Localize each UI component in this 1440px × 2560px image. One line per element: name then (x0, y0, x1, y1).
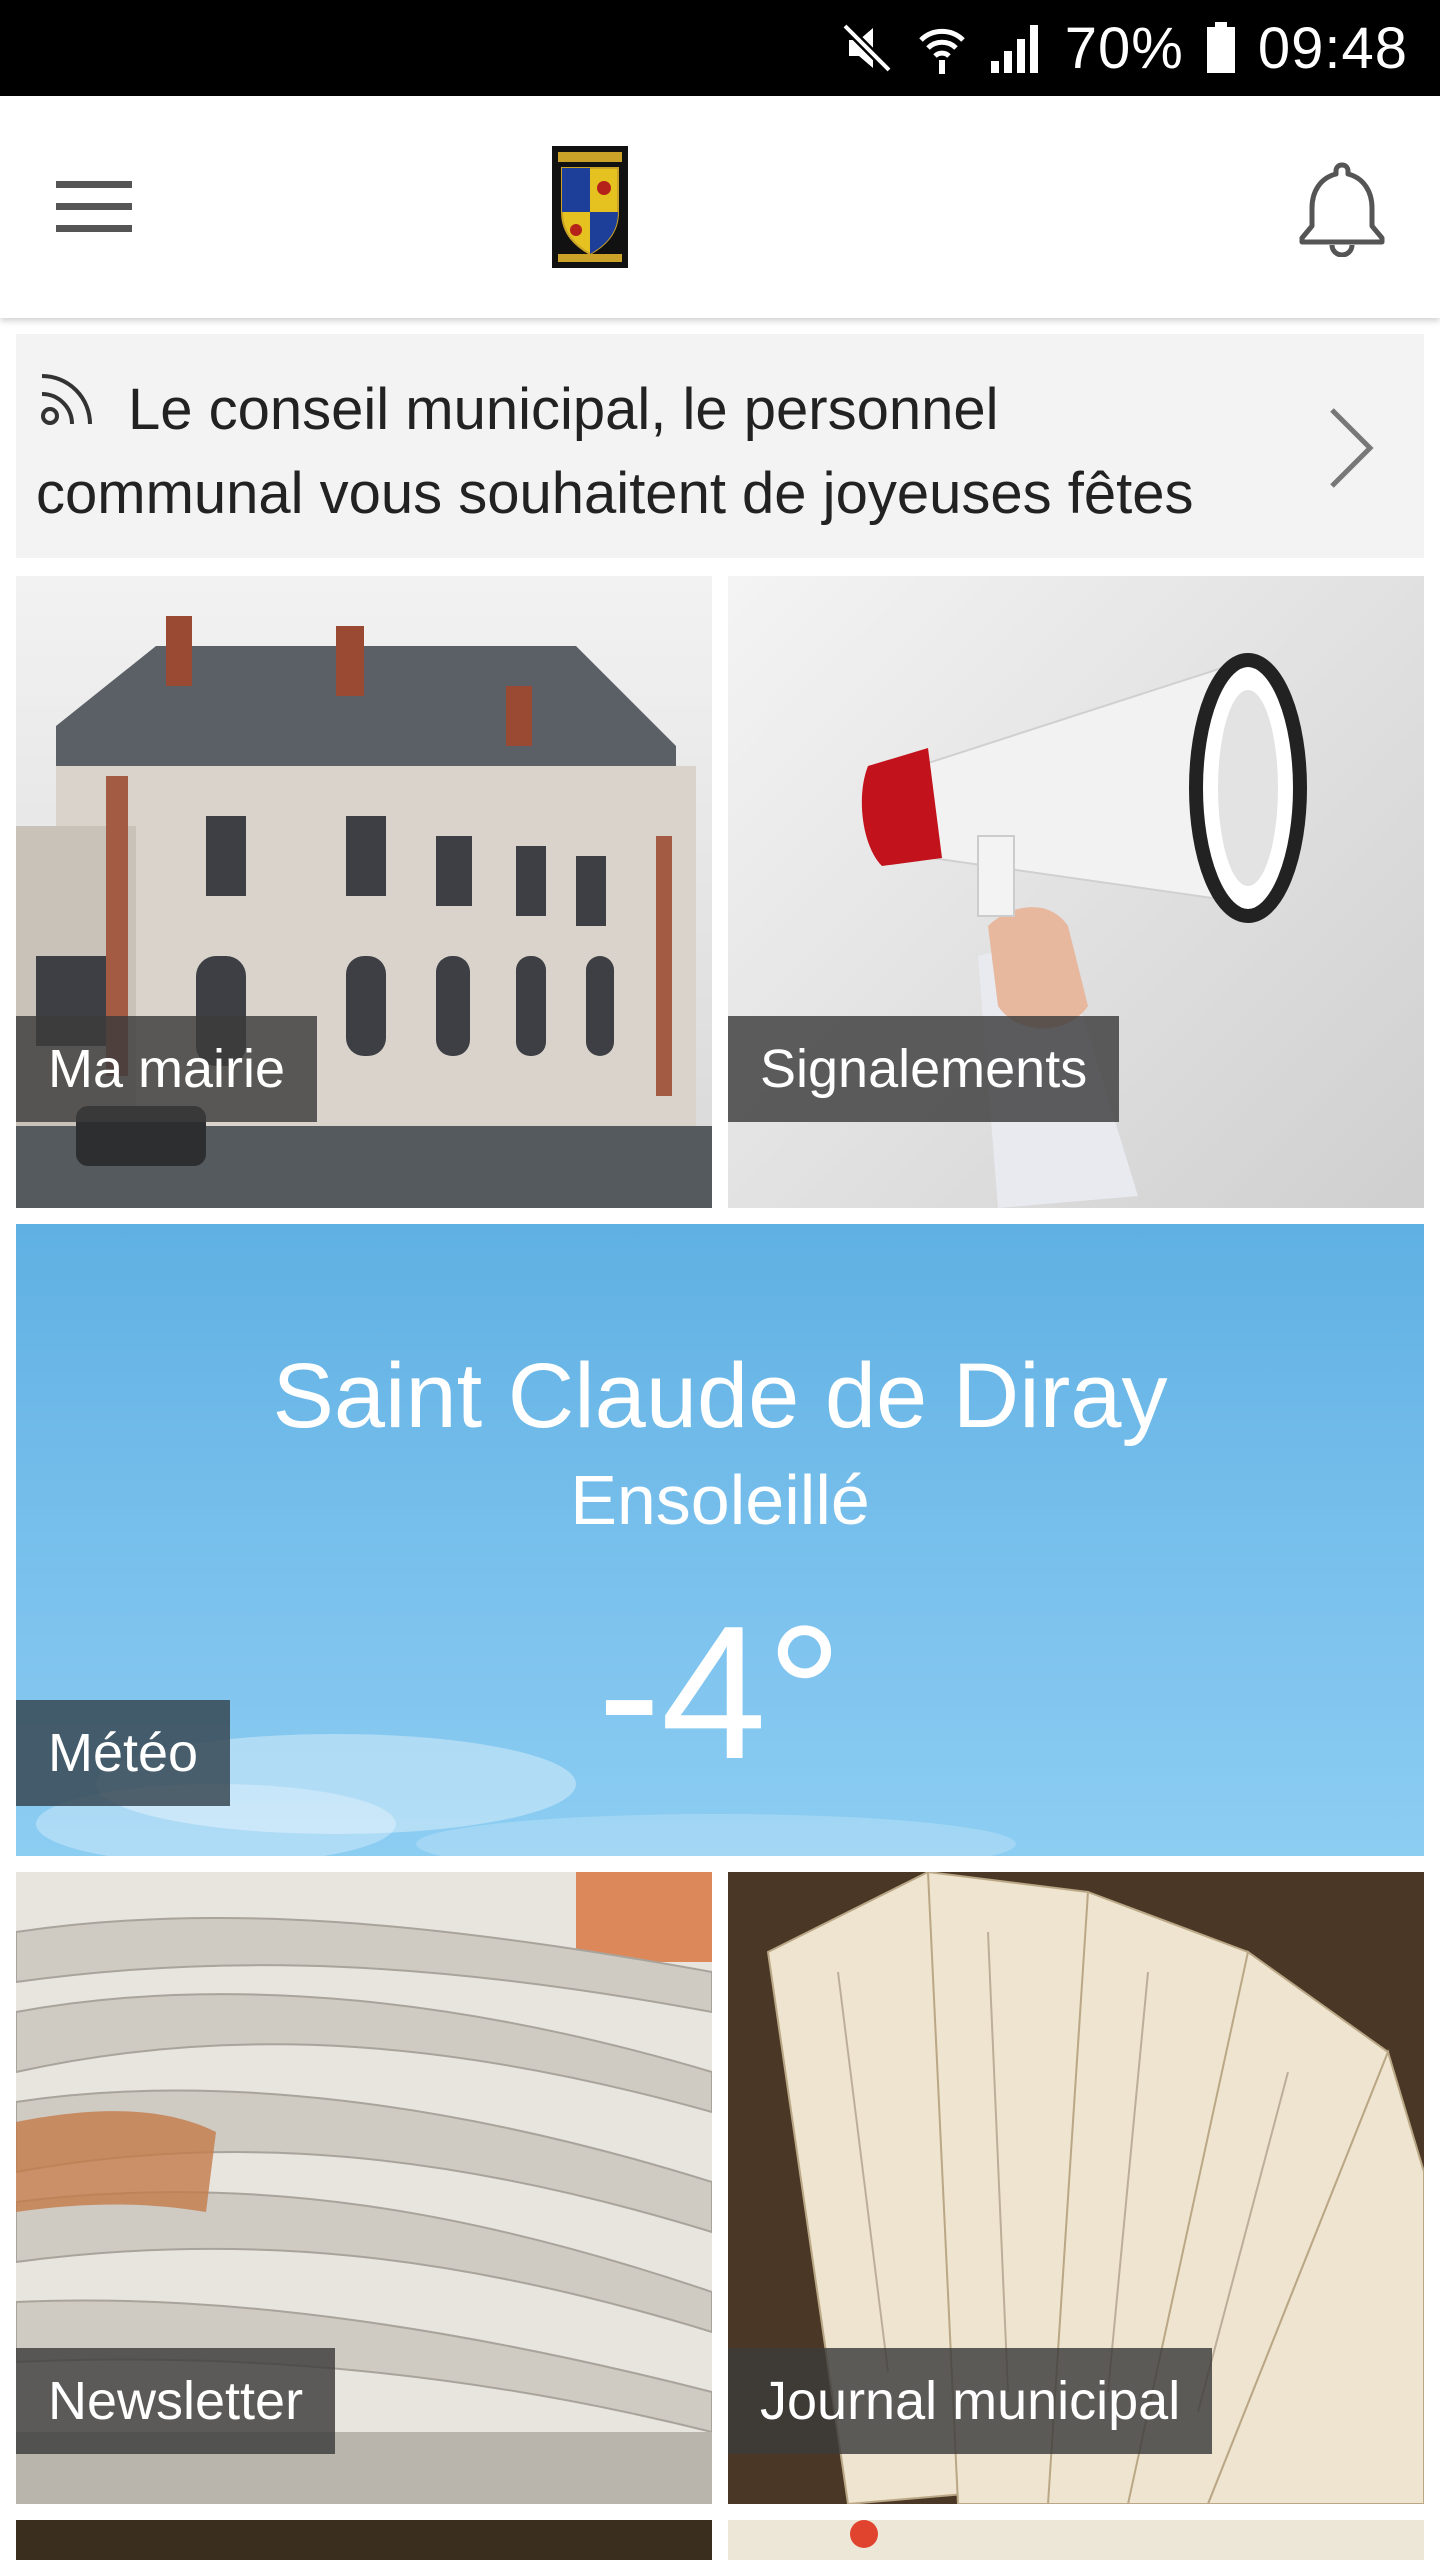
tile-label: Signalements (728, 1016, 1120, 1122)
coat-of-arms-logo[interactable] (552, 146, 628, 268)
signal-icon (989, 23, 1043, 73)
tile-meteo[interactable]: Saint Claude de Diray Ensoleillé -4° Mét… (16, 1224, 1424, 1856)
wifi-icon (917, 20, 967, 76)
battery-percent: 70% (1064, 15, 1184, 81)
tile-label: Newsletter (16, 2348, 336, 2454)
notifications-button[interactable] (1282, 152, 1402, 262)
status-bar: 70% 09:48 (0, 0, 1440, 96)
weather-condition: Ensoleillé (570, 1461, 870, 1539)
tile-newsletter[interactable]: Newsletter (16, 1872, 712, 2504)
tile-partial-right[interactable] (728, 2520, 1424, 2560)
news-ticker[interactable]: Le conseil municipal, le personnel commu… (16, 334, 1424, 558)
menu-button[interactable] (44, 162, 144, 252)
hamburger-menu-icon (56, 181, 132, 232)
tile-label: Ma mairie (16, 1016, 318, 1122)
bell-icon (1299, 162, 1385, 257)
clock: 09:48 (1257, 15, 1408, 81)
tile-label: Météo (16, 1700, 231, 1806)
tile-signalements[interactable]: Signalements (728, 576, 1424, 1208)
mute-icon (839, 20, 895, 76)
tile-partial-left[interactable] (16, 2520, 712, 2560)
chevron-right-icon (1330, 408, 1374, 488)
map-pin-icon (850, 2520, 878, 2548)
tile-journal-municipal[interactable]: Journal municipal (728, 1872, 1424, 2504)
weather-city: Saint Claude de Diray (272, 1345, 1168, 1447)
tile-label: Journal municipal (728, 2348, 1213, 2454)
tile-ma-mairie[interactable]: Ma mairie (16, 576, 712, 1208)
app-bar (0, 96, 1440, 318)
battery-icon (1206, 22, 1236, 74)
ticker-message: Le conseil municipal, le personnel commu… (36, 377, 1194, 526)
